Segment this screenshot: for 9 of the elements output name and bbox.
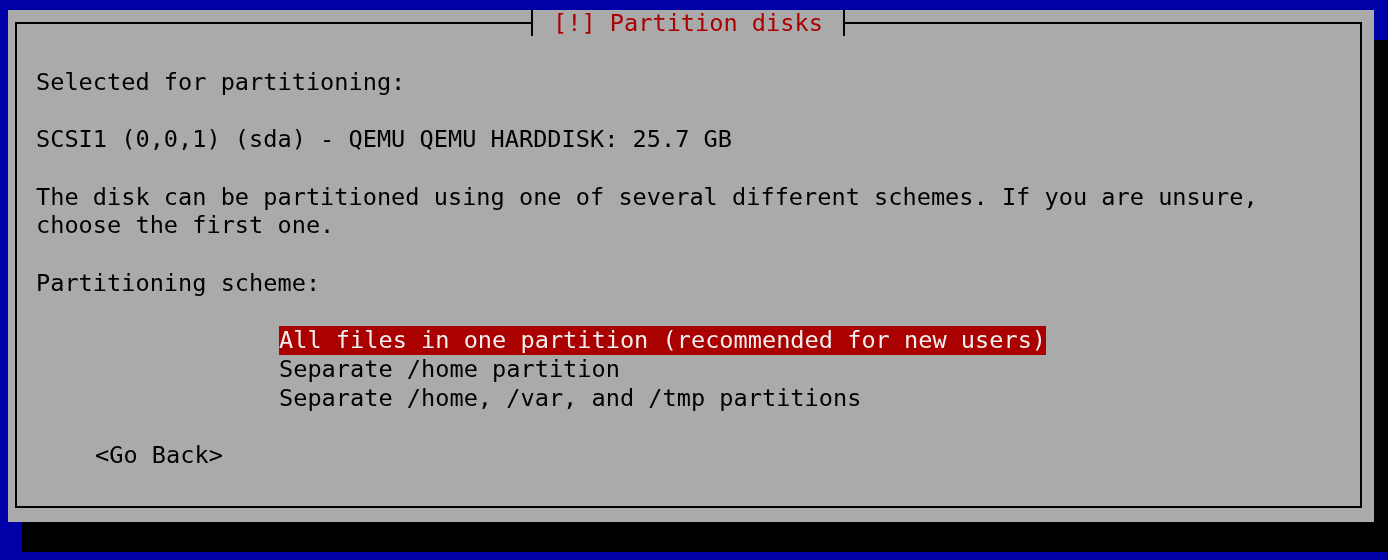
go-back-button[interactable]: <Go Back> (95, 441, 223, 470)
dialog-text: SCSI1 (0,0,1) (sda) - QEMU QEMU HARDDISK: 25.7 GB (36, 125, 734, 155)
scheme-option[interactable]: All files in one partition (recommended for new users) (279, 326, 1047, 355)
dialog-text: The disk can be partitioned using one of several different schemes. If you are unsure, choose the first one. (36, 182, 1259, 241)
dialog-title: [!] Partition disks (531, 10, 845, 36)
prompt-label: Partitioning scheme: (36, 268, 322, 298)
scheme-option[interactable]: Separate /home partition (279, 354, 620, 384)
scheme-option[interactable]: Separate /home, /var, and /tmp partitions (279, 383, 862, 413)
dialog-text: Selected for partitioning: (36, 68, 407, 97)
